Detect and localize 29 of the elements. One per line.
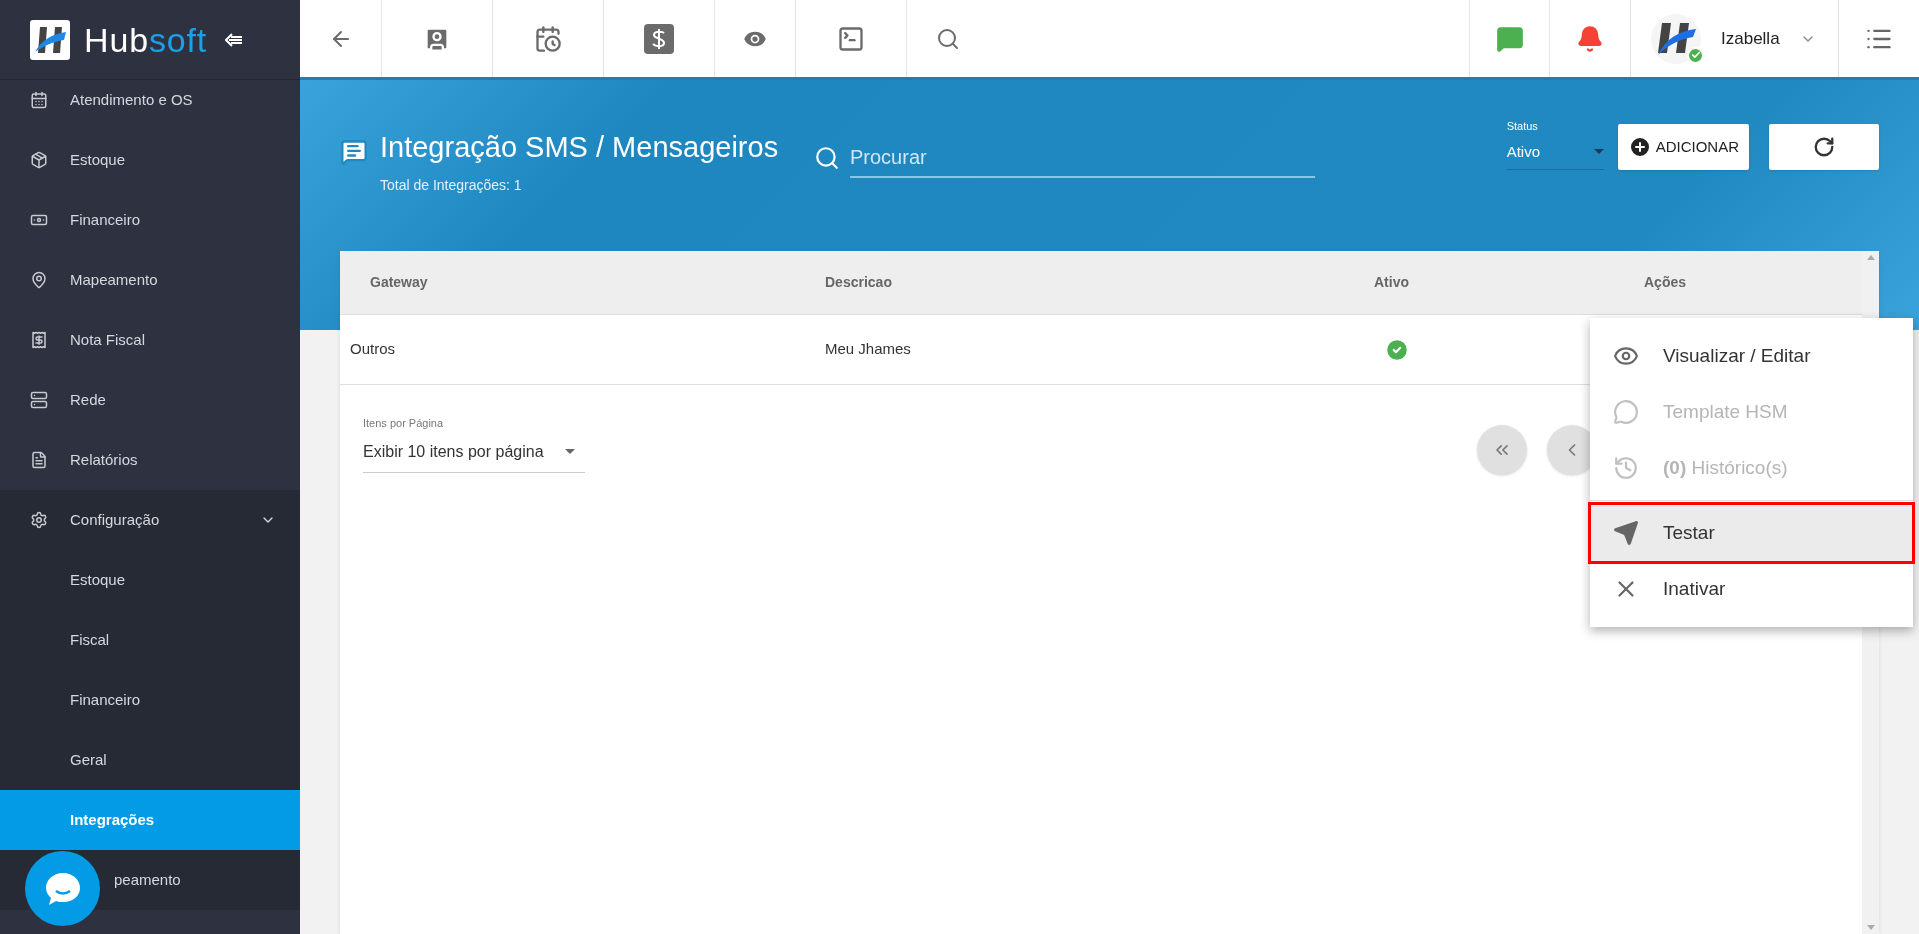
menu-item[interactable]: Testar [1591,505,1912,561]
sidebar-item[interactable]: Rede [0,370,300,430]
sidebar-item[interactable]: Atendimento e OS [0,80,300,130]
sidebar-item[interactable]: Financeiro [0,190,300,250]
sidebar-item[interactable]: Estoque [0,130,300,190]
column-header: Descricao [825,274,892,290]
sidebar-item[interactable]: peamento [114,868,181,892]
sidebar-item[interactable]: Geral [70,748,107,772]
page-title: Integração SMS / Mensageiros [380,130,780,165]
page-subtitle: Total de Integrações: 1 [380,175,523,195]
logo-text: Hubsoft [84,22,208,57]
sidebar-item[interactable]: Relatórios [0,430,300,490]
add-button[interactable]: ADICIONAR [1617,124,1749,170]
sidebar-item[interactable]: Nota Fiscal [0,310,300,370]
column-header: Ativo [1374,274,1409,290]
status-select[interactable]: Status Ativo [1506,118,1604,170]
table-cell: Meu Jhames [825,340,911,358]
sidebar-item[interactable]: Estoque [70,568,126,592]
search-field[interactable]: Procurar [850,138,1315,178]
menu-item[interactable]: Visualizar / Editar [1591,328,1912,384]
sidebar-item[interactable]: Financeiro [70,688,141,712]
sidebar-item[interactable]: Mapeamento [0,250,300,310]
page-size-select[interactable]: Itens por Página Exibir 10 itens por página [363,415,585,473]
column-header: Gateway [370,274,428,290]
table-cell: Outros [350,340,395,358]
sidebar-item[interactable]: Fiscal [70,628,110,652]
user-menu[interactable]: Izabella [1630,0,1839,77]
menu-item[interactable]: Inativar [1591,561,1912,617]
column-header: Ações [1644,274,1687,290]
